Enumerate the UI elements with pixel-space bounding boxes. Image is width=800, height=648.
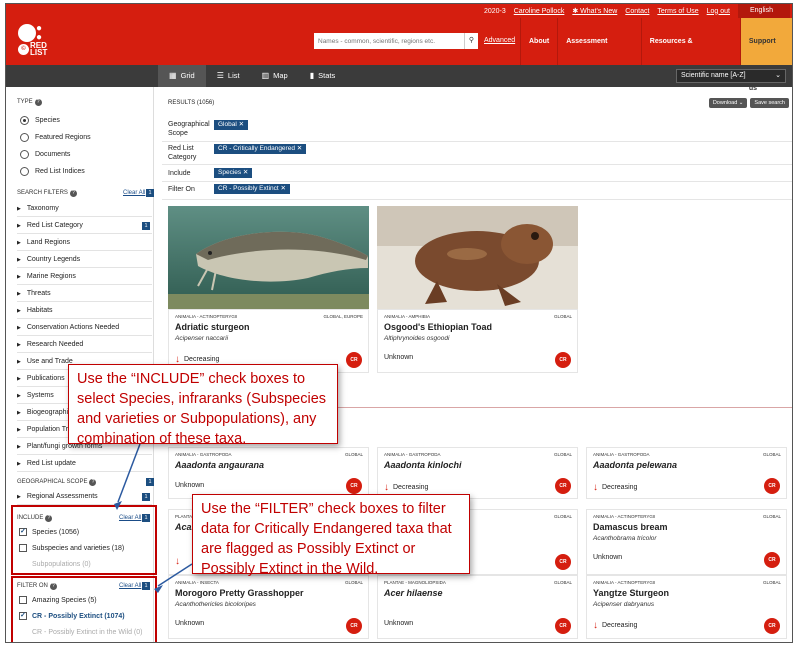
arrow-include-head [114,501,122,510]
arrow-include-line [117,443,141,503]
app-frame: 2020-3 Caroline Pollock ✱ What's New Con… [5,3,793,643]
filter-callout: Use the “FILTER” check boxes to filter d… [192,494,470,577]
arrow-filter-line [157,563,193,587]
include-callout: Use the “INCLUDE” check boxes to select … [68,364,338,447]
